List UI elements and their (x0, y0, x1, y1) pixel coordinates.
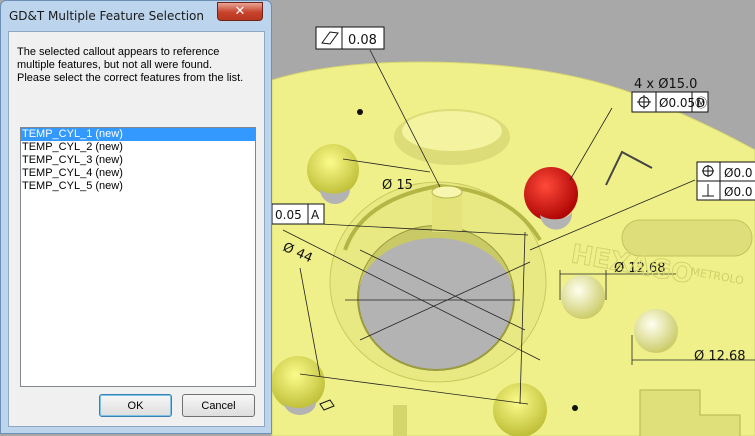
bottom-slot (393, 405, 407, 436)
message-line: Please select the correct features from … (17, 72, 244, 84)
right-callout[interactable]: Ø0.0 Ø0.0 (696, 161, 755, 201)
left-tolerance-callout[interactable]: 0.05 A (271, 203, 325, 225)
dialog-title: GD&T Multiple Feature Selection (9, 9, 204, 23)
upper-slot-inner (402, 111, 502, 151)
boss-2[interactable] (634, 309, 678, 353)
position-datum: D (696, 96, 705, 110)
dim-boss-2: Ø 12.68 (694, 349, 746, 364)
flatness-value: 0.08 (348, 33, 377, 48)
dialog-titlebar[interactable]: GD&T Multiple Feature Selection ✕ (1, 1, 271, 31)
flatness-callout[interactable]: 0.08 (315, 26, 385, 50)
mark-dot (572, 405, 578, 411)
feature-list-item[interactable]: TEMP_CYL_4 (new) (21, 167, 255, 180)
close-button[interactable]: ✕ (217, 2, 263, 21)
ok-button[interactable]: OK (99, 394, 172, 417)
right-callout-2: Ø0.0 (724, 185, 753, 199)
mark-dot (357, 109, 363, 115)
feature-listbox[interactable]: TEMP_CYL_1 (new) TEMP_CYL_2 (new) TEMP_C… (20, 127, 256, 387)
feature-list-item[interactable]: TEMP_CYL_1 (new) (21, 128, 255, 141)
small-boss-top (431, 185, 463, 199)
feature-list-item[interactable]: TEMP_CYL_2 (new) (21, 141, 255, 154)
right-callout-1: Ø0.0 (724, 166, 753, 180)
hole-pattern-label: 4 x Ø15.0 (634, 77, 697, 92)
left-tolerance: 0.05 (275, 208, 302, 222)
dialog-message: The selected callout appears to referenc… (17, 46, 257, 85)
dim-small-bore: Ø 15 (382, 178, 413, 193)
close-icon: ✕ (234, 4, 246, 19)
feature-list-item[interactable]: TEMP_CYL_5 (new) (21, 180, 255, 193)
left-datum: A (311, 208, 320, 222)
feature-selection-dialog[interactable]: GD&T Multiple Feature Selection ✕ The se… (0, 0, 272, 434)
message-line: multiple features, but not all were foun… (17, 59, 213, 71)
message-line: The selected callout appears to referenc… (17, 46, 220, 58)
feature-list-item[interactable]: TEMP_CYL_3 (new) (21, 154, 255, 167)
cancel-button[interactable]: Cancel (182, 394, 255, 417)
boss-1[interactable] (561, 275, 605, 319)
dialog-client: The selected callout appears to referenc… (8, 31, 265, 427)
position-callout[interactable]: Ø0.05Ⓜ D (631, 91, 709, 113)
